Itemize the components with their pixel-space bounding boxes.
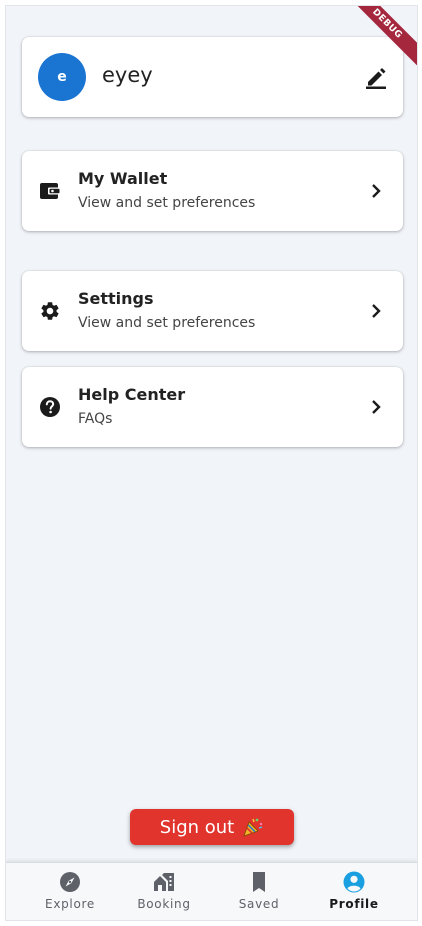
menu-title: Settings: [78, 289, 154, 308]
nav-profile[interactable]: Profile: [304, 863, 404, 920]
nav-explore[interactable]: Explore: [20, 863, 120, 920]
houses-icon: [154, 873, 174, 891]
profile-card: e eyey: [22, 37, 403, 117]
help-icon: [40, 397, 60, 417]
menu-item-help-center[interactable]: Help Center FAQs: [22, 367, 403, 447]
nav-saved[interactable]: Saved: [209, 863, 309, 920]
nav-label: Saved: [238, 897, 280, 911]
nav-label: Profile: [329, 897, 379, 911]
username: eyey: [102, 63, 153, 87]
chevron-right-icon: [372, 184, 381, 198]
nav-label: Booking: [137, 897, 191, 911]
gear-icon: [41, 302, 59, 320]
app-screen: e eyey My Wallet View and set preference…: [5, 5, 418, 921]
bottom-navigation: Explore Booking Saved Profile: [6, 862, 417, 920]
chevron-right-icon: [372, 304, 381, 318]
edit-icon[interactable]: [365, 65, 387, 89]
avatar: e: [38, 53, 86, 101]
menu-title: My Wallet: [78, 169, 168, 188]
party-popper-icon: [243, 818, 263, 837]
wallet-icon: [40, 183, 60, 199]
bookmark-icon: [253, 872, 265, 892]
chevron-right-icon: [372, 400, 381, 414]
nav-label: Explore: [45, 897, 95, 911]
menu-item-settings[interactable]: Settings View and set preferences: [22, 271, 403, 351]
sign-out-label: Sign out: [159, 816, 235, 838]
menu-title: Help Center: [78, 385, 186, 404]
menu-subtitle: View and set preferences: [78, 315, 256, 331]
menu-item-wallet[interactable]: My Wallet View and set preferences: [22, 151, 403, 231]
sign-out-button[interactable]: Sign out: [130, 809, 294, 845]
menu-subtitle: View and set preferences: [78, 195, 256, 211]
person-icon: [343, 871, 365, 893]
compass-icon: [60, 872, 80, 892]
menu-subtitle: FAQs: [78, 411, 113, 427]
nav-booking[interactable]: Booking: [114, 863, 214, 920]
